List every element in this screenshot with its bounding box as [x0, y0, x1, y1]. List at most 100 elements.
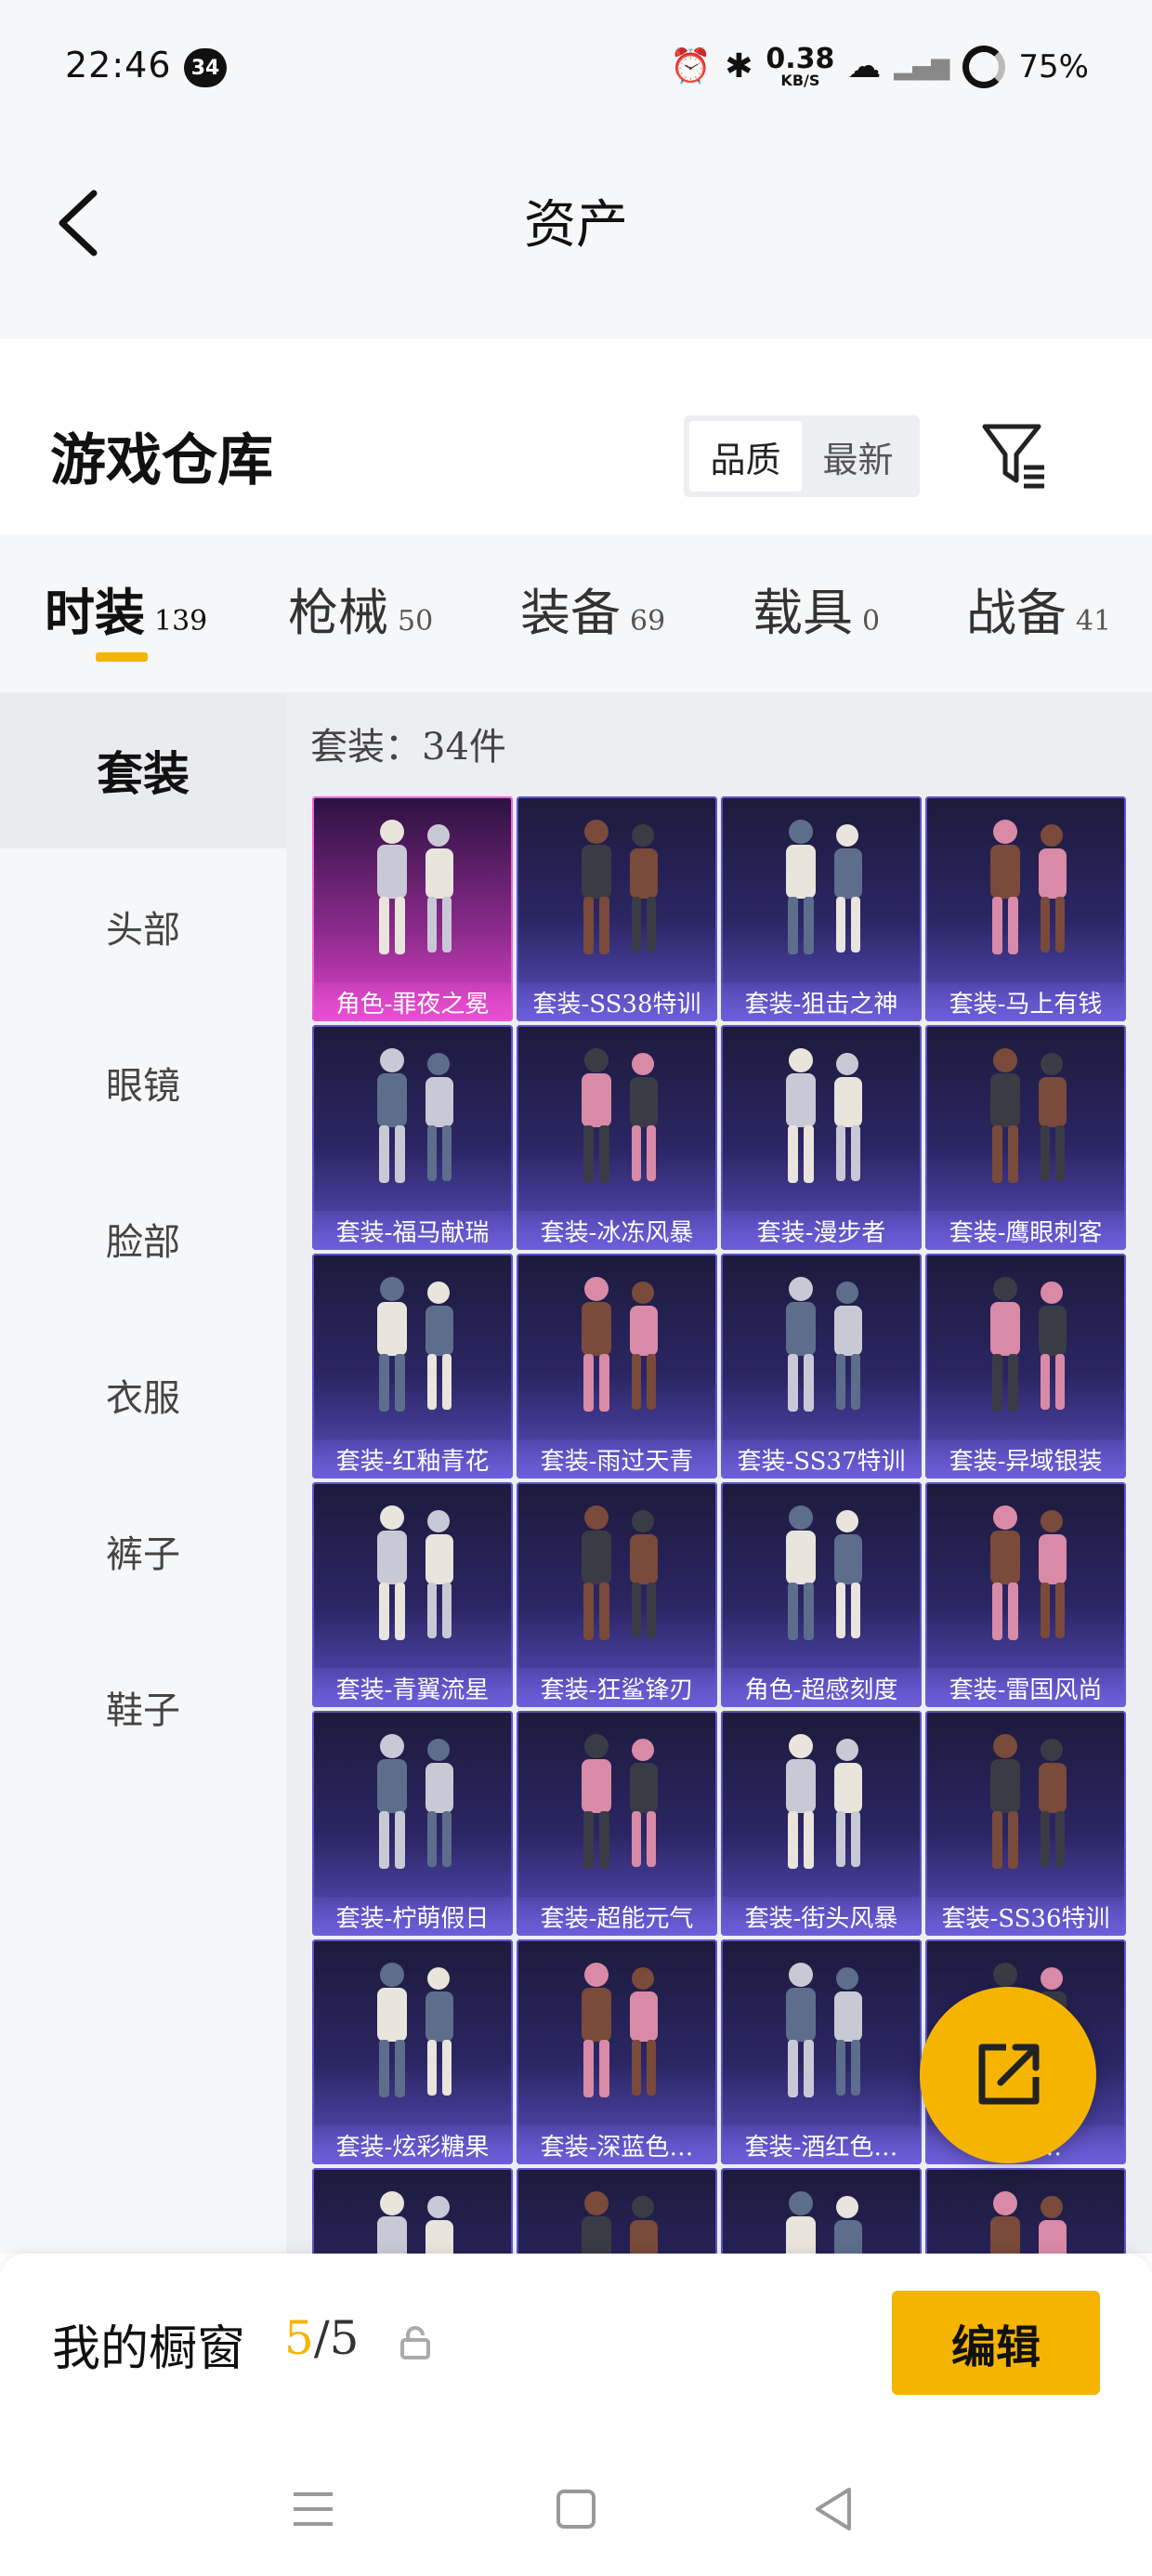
filter-button[interactable] — [979, 419, 1048, 493]
status-time: 22:46 — [65, 45, 172, 85]
warehouse-header: 游戏仓库 品质 最新 — [0, 339, 1152, 534]
sidebar-item-glasses[interactable]: 眼镜 — [0, 1005, 286, 1161]
item-card-label: 套装-红釉青花 — [312, 1439, 513, 1479]
item-card-label: 套装-雨过天青 — [517, 1439, 717, 1479]
outfit-preview-image — [990, 820, 1067, 954]
alarm-icon: ⏰ — [670, 47, 713, 85]
outfit-preview-image — [786, 1048, 862, 1183]
share-button[interactable] — [920, 1987, 1096, 2163]
outfit-preview-image — [377, 1048, 453, 1183]
system-nav-bar — [0, 2439, 1152, 2576]
item-card-label: 套装-狂鲨锋刃 — [517, 1668, 717, 1707]
item-card-label: 套装-冰冻风暴 — [517, 1211, 717, 1250]
item-card[interactable]: 套装-福马献瑞 — [312, 1025, 513, 1250]
item-card[interactable]: 套装-狂鲨锋刃 — [517, 1482, 717, 1707]
status-icons: ⏰ ✱ 0.38 KB/S ☁ ▂▄▆ 75% — [670, 41, 1089, 93]
item-card-label: 套装-马上有钱 — [925, 982, 1126, 1021]
item-card-label: 套装-深蓝色… — [517, 2125, 717, 2164]
item-card-label: 套装-酒红色… — [721, 2125, 922, 2164]
item-card[interactable]: 角色-超感刻度 — [721, 1482, 922, 1707]
outfit-preview-image — [377, 1277, 453, 1412]
home-nav-button[interactable] — [543, 2477, 609, 2542]
item-card[interactable]: 套装-鹰眼刺客 — [925, 1025, 1126, 1250]
item-card[interactable]: 套装-深蓝色… — [517, 1939, 717, 2164]
item-card[interactable]: 套装-炫彩糖果 — [312, 1939, 513, 2164]
item-count: 套装：34件 — [310, 726, 506, 769]
item-card[interactable]: 套装-街头风暴 — [721, 1711, 922, 1936]
item-card-label: 套装-鹰眼刺客 — [925, 1211, 1126, 1250]
item-card-label: 角色-超感刻度 — [721, 1668, 922, 1707]
item-card-label: 套装-超能元气 — [517, 1897, 717, 1936]
item-card[interactable]: 套装-红釉青花 — [312, 1254, 513, 1479]
showcase-label: 我的橱窗 — [52, 2321, 246, 2377]
back-nav-button[interactable] — [801, 2477, 866, 2542]
tab-weapons[interactable]: 枪械 50 — [288, 572, 433, 645]
menu-nav-button[interactable] — [281, 2477, 346, 2542]
lock-icon — [400, 2326, 430, 2359]
item-card[interactable]: 套装-狙击之神 — [721, 796, 922, 1021]
item-card[interactable]: 套装-SS37特训 — [721, 1254, 922, 1479]
sort-by-quality[interactable]: 品质 — [689, 421, 802, 492]
item-card[interactable] — [925, 2168, 1126, 2254]
sidebar-item-face[interactable]: 脸部 — [0, 1161, 286, 1317]
sort-by-newest[interactable]: 最新 — [802, 421, 914, 492]
warehouse-title: 游戏仓库 — [50, 428, 273, 493]
home-square-icon — [556, 2490, 596, 2529]
outfit-preview-image — [990, 1048, 1067, 1183]
sidebar-item-sets[interactable]: 套装 — [0, 692, 286, 848]
tab-vehicles[interactable]: 载具 0 — [753, 572, 880, 645]
edit-button[interactable]: 编辑 — [892, 2291, 1100, 2395]
sidebar-item-shoes[interactable]: 鞋子 — [0, 1629, 286, 1785]
signal-icon: ▂▄▆ — [894, 53, 950, 81]
category-tabs: 时装 139 枪械 50 装备 69 载具 0 战备 41 — [0, 534, 1152, 692]
outfit-preview-image — [377, 1734, 453, 1869]
showcase-count: 5/5 — [284, 2311, 360, 2365]
item-card-label: 套装-异域银装 — [925, 1439, 1126, 1479]
item-card[interactable]: 套装-SS38特训 — [517, 796, 717, 1021]
item-card[interactable]: 套装-雷国风尚 — [925, 1482, 1126, 1707]
sort-toggle: 品质 最新 — [684, 415, 920, 497]
outfit-preview-image — [786, 1505, 862, 1640]
item-card[interactable]: 套装-超能元气 — [517, 1711, 717, 1936]
item-card-label: 套装-福马献瑞 — [312, 1211, 513, 1250]
tab-fashion[interactable]: 时装 139 — [45, 572, 207, 645]
item-card[interactable] — [312, 2168, 513, 2254]
outfit-preview-image — [582, 820, 658, 954]
outfit-preview-image — [377, 1963, 453, 2097]
outfit-preview-image — [786, 2191, 862, 2254]
outfit-preview-image — [582, 1277, 658, 1412]
outfit-preview-image — [786, 1277, 862, 1412]
weather-icon: ☁ — [847, 47, 882, 85]
network-speed: 0.38 KB/S — [766, 43, 835, 89]
item-card[interactable]: 套装-SS36特训 — [925, 1711, 1126, 1936]
sidebar-item-pants[interactable]: 裤子 — [0, 1473, 286, 1629]
item-card[interactable]: 套装-冰冻风暴 — [517, 1025, 717, 1250]
outfit-preview-image — [582, 1734, 658, 1869]
sidebar-item-head[interactable]: 头部 — [0, 848, 286, 1005]
item-card[interactable] — [721, 2168, 922, 2254]
item-card[interactable]: 套装-雨过天青 — [517, 1254, 717, 1479]
outfit-preview-image — [990, 1277, 1067, 1412]
item-card[interactable]: 套装-异域银装 — [925, 1254, 1126, 1479]
outfit-preview-image — [990, 1505, 1067, 1640]
outfit-preview-image — [582, 1963, 658, 2097]
item-card[interactable]: 套装-酒红色… — [721, 1939, 922, 2164]
battery-percent: 75% — [1018, 48, 1089, 85]
item-card[interactable]: 套装-青翼流星 — [312, 1482, 513, 1707]
item-card[interactable]: 套装-漫步者 — [721, 1025, 922, 1250]
page-title: 资产 — [524, 195, 628, 256]
outfit-preview-image — [990, 1734, 1067, 1869]
item-card[interactable] — [517, 2168, 717, 2254]
sidebar-item-clothes[interactable]: 衣服 — [0, 1317, 286, 1473]
tab-supplies[interactable]: 战备 41 — [966, 572, 1111, 645]
item-card[interactable]: 套装-马上有钱 — [925, 796, 1126, 1021]
item-card[interactable]: 套装-柠萌假日 — [312, 1711, 513, 1936]
tab-equipment[interactable]: 装备 69 — [520, 572, 665, 645]
outfit-preview-image — [377, 820, 453, 954]
item-card-label: 套装-SS36特训 — [925, 1897, 1126, 1936]
share-external-icon — [978, 2044, 1040, 2105]
item-card-label: 套装-柠萌假日 — [312, 1897, 513, 1936]
item-card[interactable]: 角色-罪夜之冕 — [312, 796, 513, 1021]
active-tab-indicator — [96, 652, 148, 662]
item-card-label: 角色-罪夜之冕 — [312, 982, 513, 1021]
